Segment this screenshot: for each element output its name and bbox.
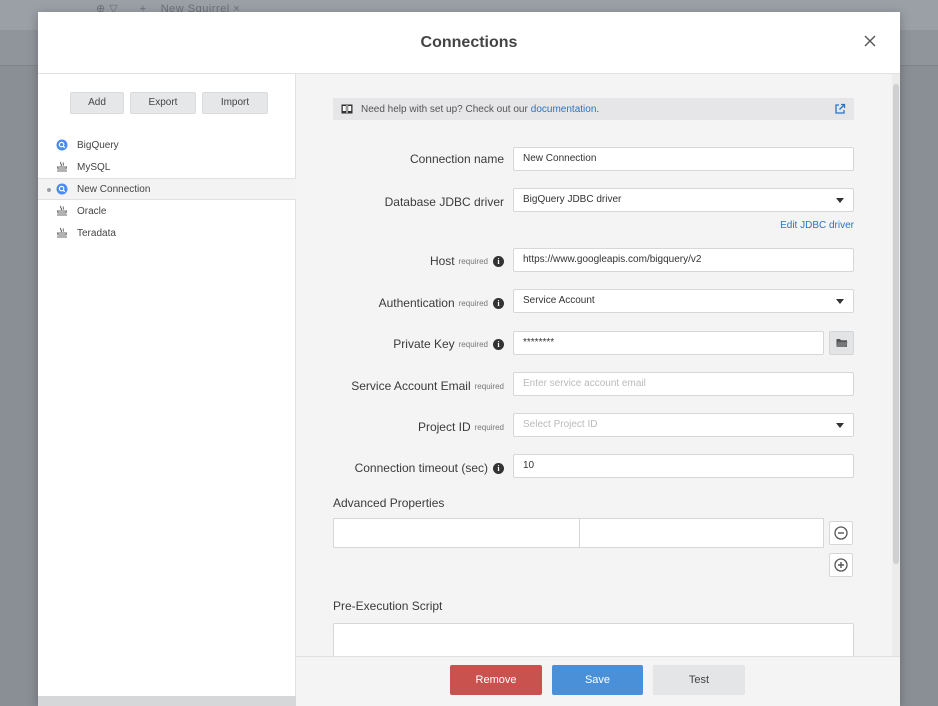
- driver-select[interactable]: BigQuery JDBC driver: [513, 188, 854, 212]
- connection-form: Need help with set up? Check out our doc…: [296, 74, 892, 706]
- external-link-icon[interactable]: [834, 103, 846, 115]
- remove-property-button[interactable]: [829, 521, 853, 545]
- help-suffix: .: [596, 103, 600, 115]
- authentication-value: Service Account: [523, 295, 595, 306]
- sidebar-item-label: Teradata: [77, 227, 116, 239]
- sidebar-item-mysql[interactable]: MySQL: [38, 156, 296, 178]
- host-input[interactable]: https://www.googleapis.com/bigquery/v2: [513, 248, 854, 272]
- private-key-label: Private Key required i: [393, 337, 504, 351]
- service-email-label: Service Account Email required: [351, 379, 504, 393]
- info-icon[interactable]: i: [493, 297, 504, 309]
- timeout-input[interactable]: 10: [513, 454, 854, 478]
- help-banner: Need help with set up? Check out our doc…: [333, 98, 854, 120]
- service-email-input[interactable]: Enter service account email: [513, 372, 854, 396]
- sidebar-item-teradata[interactable]: Teradata: [38, 222, 296, 244]
- host-label: Host required i: [430, 254, 504, 268]
- sidebar-item-bigquery[interactable]: BigQuery: [38, 134, 296, 156]
- documentation-link[interactable]: documentation: [531, 104, 597, 115]
- authentication-select[interactable]: Service Account: [513, 289, 854, 313]
- property-key-input[interactable]: [333, 518, 580, 548]
- info-icon[interactable]: i: [493, 255, 504, 267]
- database-icon: [56, 227, 68, 238]
- database-icon: [56, 161, 68, 172]
- close-icon: [864, 35, 876, 47]
- sidebar-item-label: New Connection: [77, 183, 151, 195]
- driver-label: Database JDBC driver: [384, 195, 504, 209]
- project-id-label: Project ID required: [417, 420, 504, 434]
- database-icon: [56, 205, 68, 216]
- help-text: Need help with set up? Check out our: [361, 103, 528, 115]
- sidebar-item-label: Oracle: [77, 205, 107, 217]
- bigquery-icon: [56, 139, 68, 151]
- sidebar-item-new-connection[interactable]: New Connection: [38, 178, 296, 200]
- timeout-label: Connection timeout (sec) i: [355, 461, 504, 475]
- advanced-properties-title: Advanced Properties: [333, 496, 445, 510]
- edit-jdbc-driver-link[interactable]: Edit JDBC driver: [780, 220, 854, 231]
- bigquery-icon: [56, 183, 68, 195]
- export-button[interactable]: Export: [130, 92, 196, 114]
- dialog-header: Connections: [38, 12, 900, 74]
- test-button[interactable]: Test: [653, 665, 745, 695]
- add-button[interactable]: Add: [70, 92, 124, 114]
- info-icon[interactable]: i: [493, 338, 504, 350]
- sidebar-item-oracle[interactable]: Oracle: [38, 200, 296, 222]
- authentication-label: Authentication required i: [379, 296, 504, 310]
- folder-icon: [836, 339, 848, 347]
- import-button[interactable]: Import: [202, 92, 268, 114]
- dialog-footer: Remove Save Test: [296, 656, 900, 706]
- form-scrollbar[interactable]: [892, 74, 900, 706]
- dialog-title: Connections: [420, 34, 518, 51]
- connection-name-label: Connection name: [409, 152, 504, 166]
- browse-file-button[interactable]: [829, 331, 854, 355]
- sidebar-footer: [38, 696, 296, 706]
- connections-sidebar: Add Export Import BigQuery MySQL New Con…: [38, 74, 296, 706]
- connection-name-input[interactable]: New Connection: [513, 147, 854, 171]
- connections-dialog: Connections Add Export Import BigQuery M…: [38, 12, 900, 706]
- private-key-input[interactable]: ********: [513, 331, 824, 355]
- save-button[interactable]: Save: [552, 665, 643, 695]
- remove-button[interactable]: Remove: [450, 665, 542, 695]
- project-id-value: Select Project ID: [523, 419, 598, 430]
- chevron-down-icon: [836, 198, 844, 203]
- pre-execution-script-title: Pre-Execution Script: [333, 599, 443, 613]
- plus-circle-icon: [834, 558, 848, 572]
- connection-list: BigQuery MySQL New Connection Oracle Ter…: [38, 134, 296, 244]
- add-property-button[interactable]: [829, 553, 853, 577]
- property-value-input[interactable]: [579, 518, 824, 548]
- sidebar-item-label: MySQL: [77, 161, 111, 173]
- book-icon: [341, 104, 353, 114]
- minus-circle-icon: [834, 526, 848, 540]
- chevron-down-icon: [836, 299, 844, 304]
- active-indicator: [47, 188, 51, 192]
- sidebar-item-label: BigQuery: [77, 139, 119, 151]
- driver-value: BigQuery JDBC driver: [523, 194, 622, 205]
- project-id-select[interactable]: Select Project ID: [513, 413, 854, 437]
- close-button[interactable]: [860, 30, 880, 52]
- chevron-down-icon: [836, 423, 844, 428]
- info-icon[interactable]: i: [493, 462, 504, 474]
- scrollbar-thumb[interactable]: [893, 84, 899, 564]
